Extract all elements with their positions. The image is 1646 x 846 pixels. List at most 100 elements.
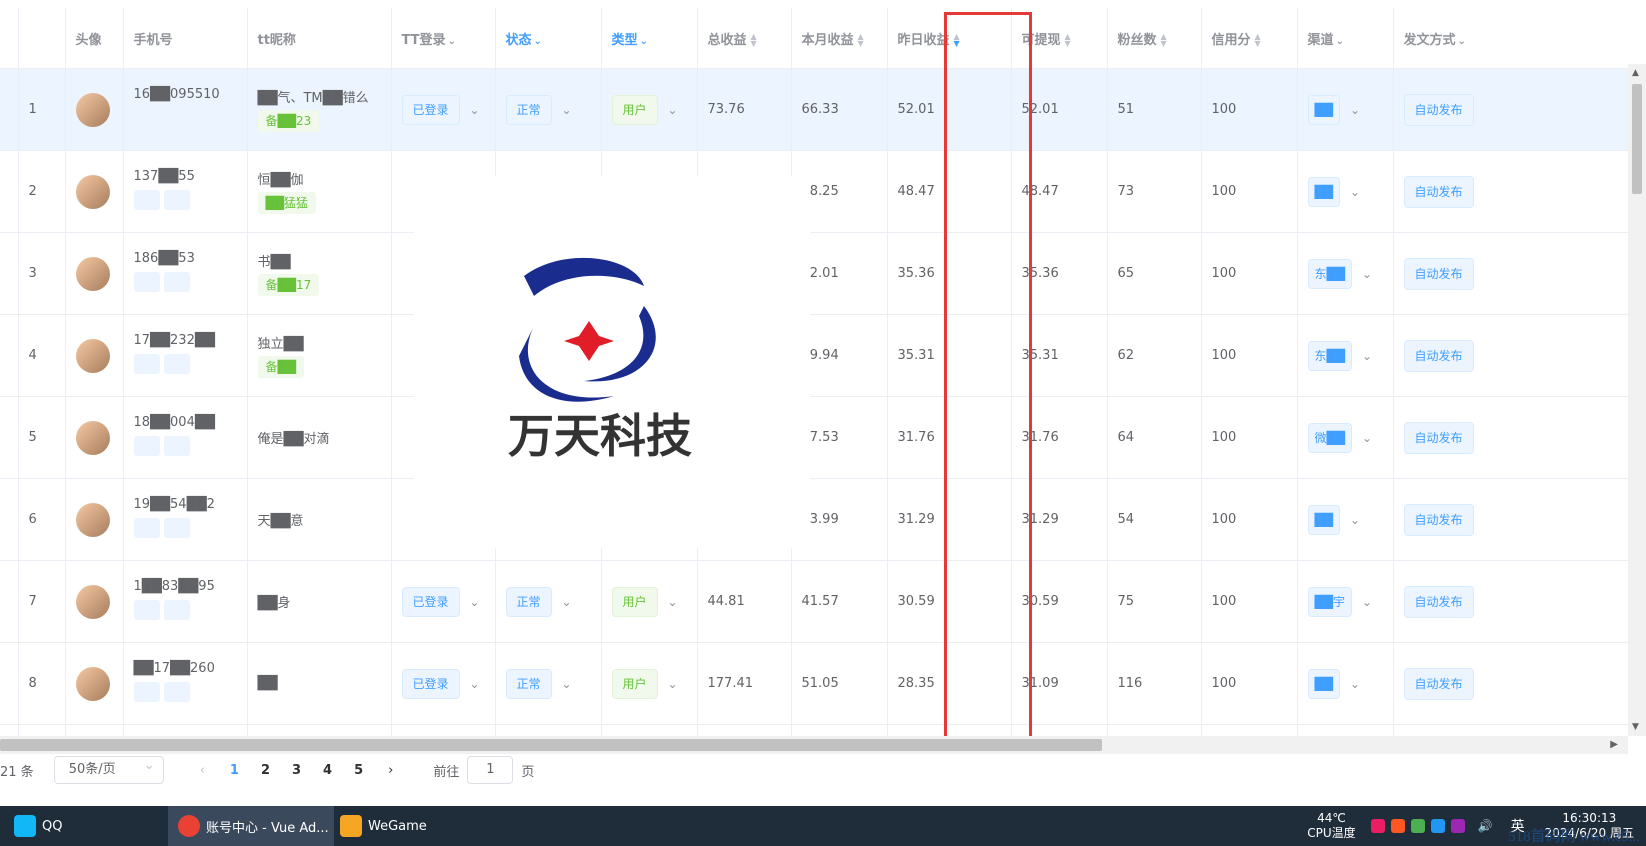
clipboard-icon[interactable] (163, 272, 190, 292)
user-icon[interactable] (133, 190, 160, 210)
user-icon[interactable] (133, 272, 160, 292)
table-row[interactable]: 6 19██54██2 天██意 53.99 31.29 31.29 54 100 ██ ⌄ 自动发… (0, 478, 1628, 561)
chevron-down-icon[interactable]: ⌄ (668, 103, 678, 117)
channel-cell[interactable]: ██ ⌄ (1297, 642, 1394, 725)
chevron-down-icon[interactable]: ⌄ (668, 677, 678, 691)
publish-mode-button[interactable]: 自动发布 (1403, 503, 1474, 536)
filter-chevron-icon[interactable]: ⌄ (1336, 36, 1344, 47)
filter-chevron-icon[interactable]: ⌄ (448, 36, 456, 47)
table-row[interactable]: 3 186██53 书██ 备██17 52.01 35.36 35.36 65 100 东██ ⌄… (0, 232, 1628, 315)
login-cell[interactable]: 已登录 ⌄ (391, 560, 496, 643)
publish-mode-button[interactable]: 自动发布 (1403, 93, 1474, 126)
clipboard-icon[interactable] (163, 600, 190, 620)
clipboard-icon[interactable] (163, 436, 190, 456)
channel-cell[interactable]: ██ ⌄ (1297, 478, 1394, 561)
column-header[interactable]: 渠道 ⌄ (1297, 8, 1394, 69)
table-row[interactable]: 2 137██55 恒██伽 ██猛猛 58.25 48.47 48.47 73 100 ██ ⌄ 自… (0, 150, 1628, 233)
scroll-thumb[interactable] (1632, 84, 1642, 194)
taskbar-app-qq[interactable]: QQ (14, 806, 62, 846)
type-cell[interactable]: 用户 ⌄ (601, 68, 698, 151)
publish-mode-button[interactable]: 自动发布 (1403, 585, 1474, 618)
page-number[interactable]: 2 (261, 763, 270, 778)
chevron-down-icon[interactable]: ⌄ (1362, 431, 1372, 445)
column-header[interactable]: 可提现 ▲ ▼ (1011, 8, 1108, 69)
sort-caret-icon[interactable]: ▲ ▼ (954, 33, 962, 48)
chevron-down-icon[interactable]: ⌄ (1350, 185, 1360, 199)
status-cell[interactable]: 正常 ⌄ (495, 560, 602, 643)
vertical-scrollbar[interactable]: ▲ ▼ (1628, 64, 1646, 736)
user-icon[interactable] (133, 600, 160, 620)
user-icon[interactable] (133, 108, 160, 128)
chevron-down-icon[interactable]: ⌄ (1362, 595, 1372, 609)
clipboard-icon[interactable] (163, 518, 190, 538)
clipboard-icon[interactable] (163, 682, 190, 702)
publish-mode-button[interactable]: 自动发布 (1403, 175, 1474, 208)
tray-app-icon[interactable] (1370, 819, 1385, 833)
chevron-down-icon[interactable]: ⌄ (1350, 677, 1360, 691)
filter-chevron-icon[interactable]: ⌄ (534, 36, 542, 47)
clipboard-icon[interactable] (163, 108, 190, 128)
table-row[interactable]: 7 1██83██95 ██身 已登录 ⌄ 正常 ⌄ 用户 ⌄ 44.81 41.57 30.59 30… (0, 560, 1628, 643)
publish-mode-button[interactable]: 自动发布 (1403, 421, 1474, 454)
user-icon[interactable] (133, 682, 160, 702)
horizontal-scrollbar[interactable]: ▶ (0, 736, 1628, 754)
publish-mode-button[interactable]: 自动发布 (1403, 257, 1474, 290)
publish-mode-button[interactable]: 自动发布 (1403, 667, 1474, 700)
sort-caret-icon[interactable]: ▲ ▼ (1161, 33, 1169, 48)
status-cell[interactable]: 正常 ⌄ (495, 68, 602, 151)
chevron-down-icon[interactable]: ⌄ (470, 595, 480, 609)
page-number[interactable]: 1 (230, 763, 239, 778)
channel-cell[interactable]: ██ ⌄ (1297, 150, 1394, 233)
tray-app-icon[interactable] (1410, 819, 1425, 833)
status-cell[interactable]: 正常 ⌄ (495, 642, 602, 725)
chevron-down-icon[interactable]: ⌄ (1350, 513, 1360, 527)
chevron-down-icon[interactable]: ⌄ (470, 677, 480, 691)
column-header[interactable]: 信用分 ▲ ▼ (1201, 8, 1298, 69)
table-row[interactable]: 8 ██17██260 ██ 已登录 ⌄ 正常 ⌄ 用户 ⌄ 177.41 51.05 28.35 31… (0, 642, 1628, 725)
column-header[interactable]: TT登录 ⌄ (391, 8, 496, 69)
column-header[interactable]: 发文方式 ⌄ (1393, 8, 1628, 69)
sort-caret-icon[interactable]: ▲ ▼ (751, 33, 759, 48)
chevron-down-icon[interactable]: ⌄ (562, 103, 572, 117)
chevron-down-icon[interactable]: ⌄ (562, 595, 572, 609)
type-cell[interactable]: 用户 ⌄ (601, 642, 698, 725)
sort-caret-icon[interactable]: ▲ ▼ (858, 33, 866, 48)
page-size-select[interactable]: 50条/页 (53, 753, 164, 784)
table-row[interactable]: 5 18██004██ 俺是██对滴 67.53 31.76 31.76 64 100 微██ ⌄… (0, 396, 1628, 479)
tray-app-icon[interactable] (1450, 819, 1465, 833)
column-header[interactable]: 粉丝数 ▲ ▼ (1107, 8, 1202, 69)
chevron-down-icon[interactable]: ⌄ (1350, 103, 1360, 117)
chevron-down-icon[interactable]: ⌄ (470, 103, 480, 117)
channel-cell[interactable]: 东██ ⌄ (1297, 232, 1394, 315)
user-icon[interactable] (133, 436, 160, 456)
goto-input[interactable]: 1 (467, 756, 514, 784)
type-cell[interactable]: 用户 ⌄ (601, 560, 698, 643)
tray-app-icon[interactable] (1390, 819, 1405, 833)
channel-cell[interactable]: 微██ ⌄ (1297, 396, 1394, 479)
user-icon[interactable] (133, 518, 160, 538)
scroll-thumb[interactable] (0, 739, 1102, 751)
column-header[interactable]: 状态 ⌄ (495, 8, 602, 69)
next-page-icon[interactable]: › (388, 763, 393, 778)
channel-cell[interactable]: 东██ ⌄ (1297, 314, 1394, 397)
clipboard-icon[interactable] (163, 354, 190, 374)
filter-chevron-icon[interactable]: ⌄ (640, 36, 648, 47)
taskbar-app-wegame[interactable]: WeGame (340, 806, 427, 846)
table-row[interactable]: 4 17██232██ 独立██ 备██ 79.94 35.31 35.31 62 100 东██… (0, 314, 1628, 397)
tray-app-icon[interactable] (1430, 819, 1445, 833)
publish-mode-button[interactable]: 自动发布 (1403, 339, 1474, 372)
chevron-down-icon[interactable]: ⌄ (562, 677, 572, 691)
scroll-right-icon[interactable]: ▶ (1610, 736, 1618, 754)
scroll-down-icon[interactable]: ▼ (1632, 722, 1639, 732)
page-number[interactable]: 4 (323, 763, 332, 778)
chevron-down-icon[interactable]: ⌄ (668, 595, 678, 609)
chevron-down-icon[interactable]: ⌄ (1362, 349, 1372, 363)
prev-page-icon[interactable]: ‹ (200, 763, 205, 778)
column-header[interactable]: 类型 ⌄ (601, 8, 698, 69)
clipboard-icon[interactable] (163, 190, 190, 210)
filter-chevron-icon[interactable]: ⌄ (1458, 36, 1466, 47)
sort-caret-icon[interactable]: ▲ ▼ (1255, 33, 1263, 48)
column-header[interactable]: 昨日收益 ▲ ▼ (887, 8, 1012, 69)
chevron-down-icon[interactable]: ⌄ (1362, 267, 1372, 281)
scroll-up-icon[interactable]: ▲ (1632, 68, 1639, 78)
